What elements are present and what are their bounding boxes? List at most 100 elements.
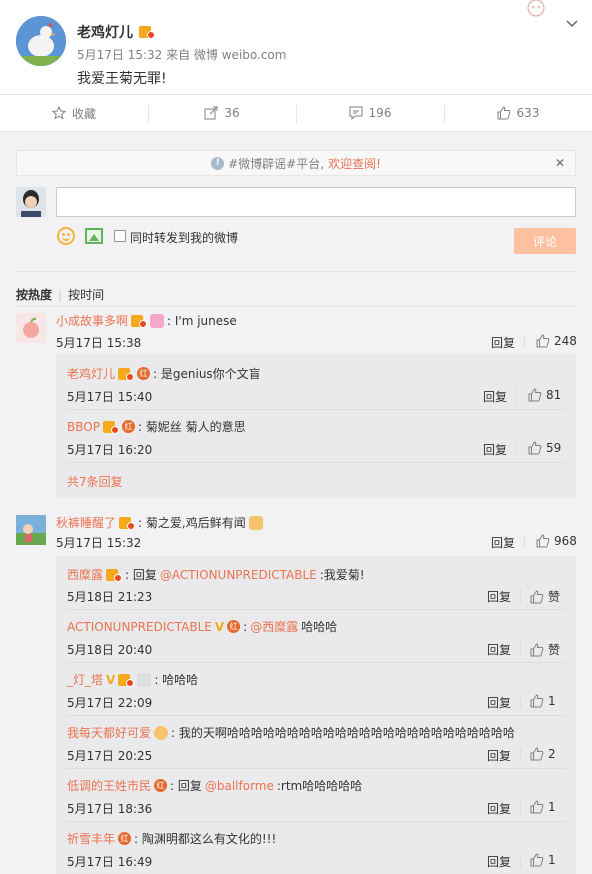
reply-prefix: : xyxy=(243,619,248,634)
like-separator xyxy=(520,589,521,603)
mention-link[interactable]: @ACTIONUNPREDICTABLE xyxy=(160,568,317,582)
red-badge-icon: 红 xyxy=(154,779,168,792)
submit-comment-button[interactable]: 评论 xyxy=(514,228,576,254)
like-separator xyxy=(520,854,521,868)
reply-like-button[interactable]: 1 xyxy=(530,853,556,867)
notice-link[interactable]: 欢迎查阅! xyxy=(328,155,381,172)
mention-link[interactable]: @西糜露 xyxy=(250,618,298,635)
like-count: 1 xyxy=(548,853,556,867)
comment-input[interactable] xyxy=(56,187,576,217)
mention-link[interactable]: @ballforme xyxy=(205,779,274,793)
reply-nick[interactable]: BBOP xyxy=(67,420,100,434)
reply-time: 5月18日 20:40 xyxy=(67,643,153,657)
reply-line: 低调的王姓市民 红 : 回复 @ballforme:rtm哈哈哈哈哈 xyxy=(67,777,362,794)
emoji-icon[interactable] xyxy=(57,227,75,245)
reply-button[interactable]: 回复 xyxy=(487,588,511,605)
tab-hot[interactable]: 按热度 xyxy=(16,286,52,303)
notice-text: #微博辟谣#平台, xyxy=(228,156,325,171)
comment-nick[interactable]: 秋裤睡醒了 xyxy=(56,514,116,531)
thumbs-up-icon xyxy=(536,334,550,348)
reply-nick[interactable]: 西糜露 xyxy=(67,566,103,583)
reply-button[interactable]: 回复 xyxy=(483,441,507,458)
post-text: 我爱王菊无罪! xyxy=(77,71,167,87)
comment-button[interactable]: 196 xyxy=(296,95,444,131)
like-separator xyxy=(524,335,525,349)
reply-button[interactable]: 回复 xyxy=(487,747,511,764)
reply-like-button[interactable]: 81 xyxy=(528,388,561,402)
reply-line: BBOP 红 : 菊妮丝 菊人的意思 xyxy=(67,418,246,435)
sort-tabs: 按热度 | 按时间 xyxy=(16,286,104,303)
like-count: 赞 xyxy=(548,643,561,657)
like-count: 633 xyxy=(516,106,540,120)
reply-nick[interactable]: 低调的王姓市民 xyxy=(67,777,151,794)
comment-nick[interactable]: 小成故事多啊 xyxy=(56,312,128,329)
thumbs-up-icon xyxy=(497,106,510,120)
reply-nick[interactable]: _灯_塔 xyxy=(67,671,103,688)
vip-badge-icon xyxy=(119,516,136,530)
reply-button[interactable]: 回复 xyxy=(491,334,515,351)
reply-nick[interactable]: 老鸡灯儿 xyxy=(67,365,115,382)
reply-line: 西糜露 : 回复 @ACTIONUNPREDICTABLE:我爱菊! xyxy=(67,566,365,583)
red-badge-icon: 红 xyxy=(121,420,135,433)
reply-button[interactable]: 回复 xyxy=(487,800,511,817)
repost-count: 36 xyxy=(224,106,240,120)
reply-like-button[interactable]: 1 xyxy=(530,800,556,814)
reply-button[interactable]: 回复 xyxy=(483,388,507,405)
favorite-button[interactable]: 收藏 xyxy=(0,95,148,131)
reply-like-button[interactable]: 2 xyxy=(530,747,556,761)
thumbs-up-icon xyxy=(530,853,544,867)
like-separator xyxy=(516,389,517,403)
divider xyxy=(16,271,576,272)
post-meta: 5月17日 15:32 来自 微博 weibo.com xyxy=(77,48,287,62)
tab-time[interactable]: 按时间 xyxy=(68,286,104,303)
reply-button[interactable]: 回复 xyxy=(487,641,511,658)
rumor-notice: ! #微博辟谣#平台, 欢迎查阅! ✕ xyxy=(16,150,576,176)
reply-like-button[interactable]: 赞 xyxy=(530,588,560,605)
image-icon[interactable] xyxy=(85,228,103,244)
like-button[interactable]: 633 xyxy=(444,95,592,131)
reply-like-button[interactable]: 1 xyxy=(530,694,556,708)
reply-nick[interactable]: 我每天都好可爱 xyxy=(67,724,151,741)
reply-time: 5月17日 22:09 xyxy=(67,696,153,710)
reply-divider xyxy=(66,662,566,663)
repost-button[interactable]: 36 xyxy=(148,95,296,131)
reply-nick[interactable]: ACTIONUNPREDICTABLE xyxy=(67,620,212,634)
reply-like-button[interactable]: 59 xyxy=(528,441,561,455)
like-count: 赞 xyxy=(548,590,561,604)
comment-text: : 菊之爱,鸡后鲜有闻 xyxy=(138,516,246,530)
vip-badge-icon xyxy=(131,314,148,328)
comment-icon xyxy=(349,106,363,120)
more-replies-link[interactable]: 共7条回复 xyxy=(67,473,123,490)
reply-time: 5月18日 21:23 xyxy=(67,590,153,604)
reply-button[interactable]: 回复 xyxy=(491,534,515,551)
reply-text: : 我的天啊哈哈哈哈哈哈哈哈哈哈哈哈哈哈哈哈哈哈哈哈哈哈哈哈 xyxy=(171,726,515,740)
thumbs-up-icon xyxy=(530,642,544,656)
like-count: 81 xyxy=(546,388,562,402)
reply-line: 我每天都好可爱 : 我的天啊哈哈哈哈哈哈哈哈哈哈哈哈哈哈哈哈哈哈哈哈哈哈哈哈 xyxy=(67,724,515,741)
comment-avatar[interactable] xyxy=(16,515,46,545)
like-count: 1 xyxy=(548,800,556,814)
vip-badge-icon xyxy=(102,420,119,434)
close-icon[interactable]: ✕ xyxy=(555,156,565,170)
forward-checkbox[interactable] xyxy=(114,230,126,242)
action-bar: 收藏 36 196 633 xyxy=(0,94,592,132)
thumbs-up-icon xyxy=(528,441,542,455)
chevron-down-icon[interactable] xyxy=(566,16,578,32)
reply-button[interactable]: 回复 xyxy=(487,853,511,870)
reply-time: 5月17日 15:40 xyxy=(67,390,153,404)
sort-separator: | xyxy=(58,287,63,302)
reply-divider xyxy=(66,768,566,769)
forward-label: 同时转发到我的微博 xyxy=(130,231,239,245)
my-avatar xyxy=(16,187,46,217)
post-username-text[interactable]: 老鸡灯儿 xyxy=(77,22,133,42)
reply-like-button[interactable]: 赞 xyxy=(530,641,560,658)
reply-nick[interactable]: 祈雪丰年 xyxy=(67,830,115,847)
post-avatar[interactable] xyxy=(16,16,66,66)
comment-avatar[interactable] xyxy=(16,313,46,343)
post-username[interactable]: 老鸡灯儿 xyxy=(77,22,155,42)
comment-like-button[interactable]: 248 xyxy=(536,334,577,348)
verified-v-icon: V xyxy=(106,672,116,687)
comment-like-button[interactable]: 968 xyxy=(536,534,577,548)
stamp-icon xyxy=(518,0,554,22)
reply-button[interactable]: 回复 xyxy=(487,694,511,711)
